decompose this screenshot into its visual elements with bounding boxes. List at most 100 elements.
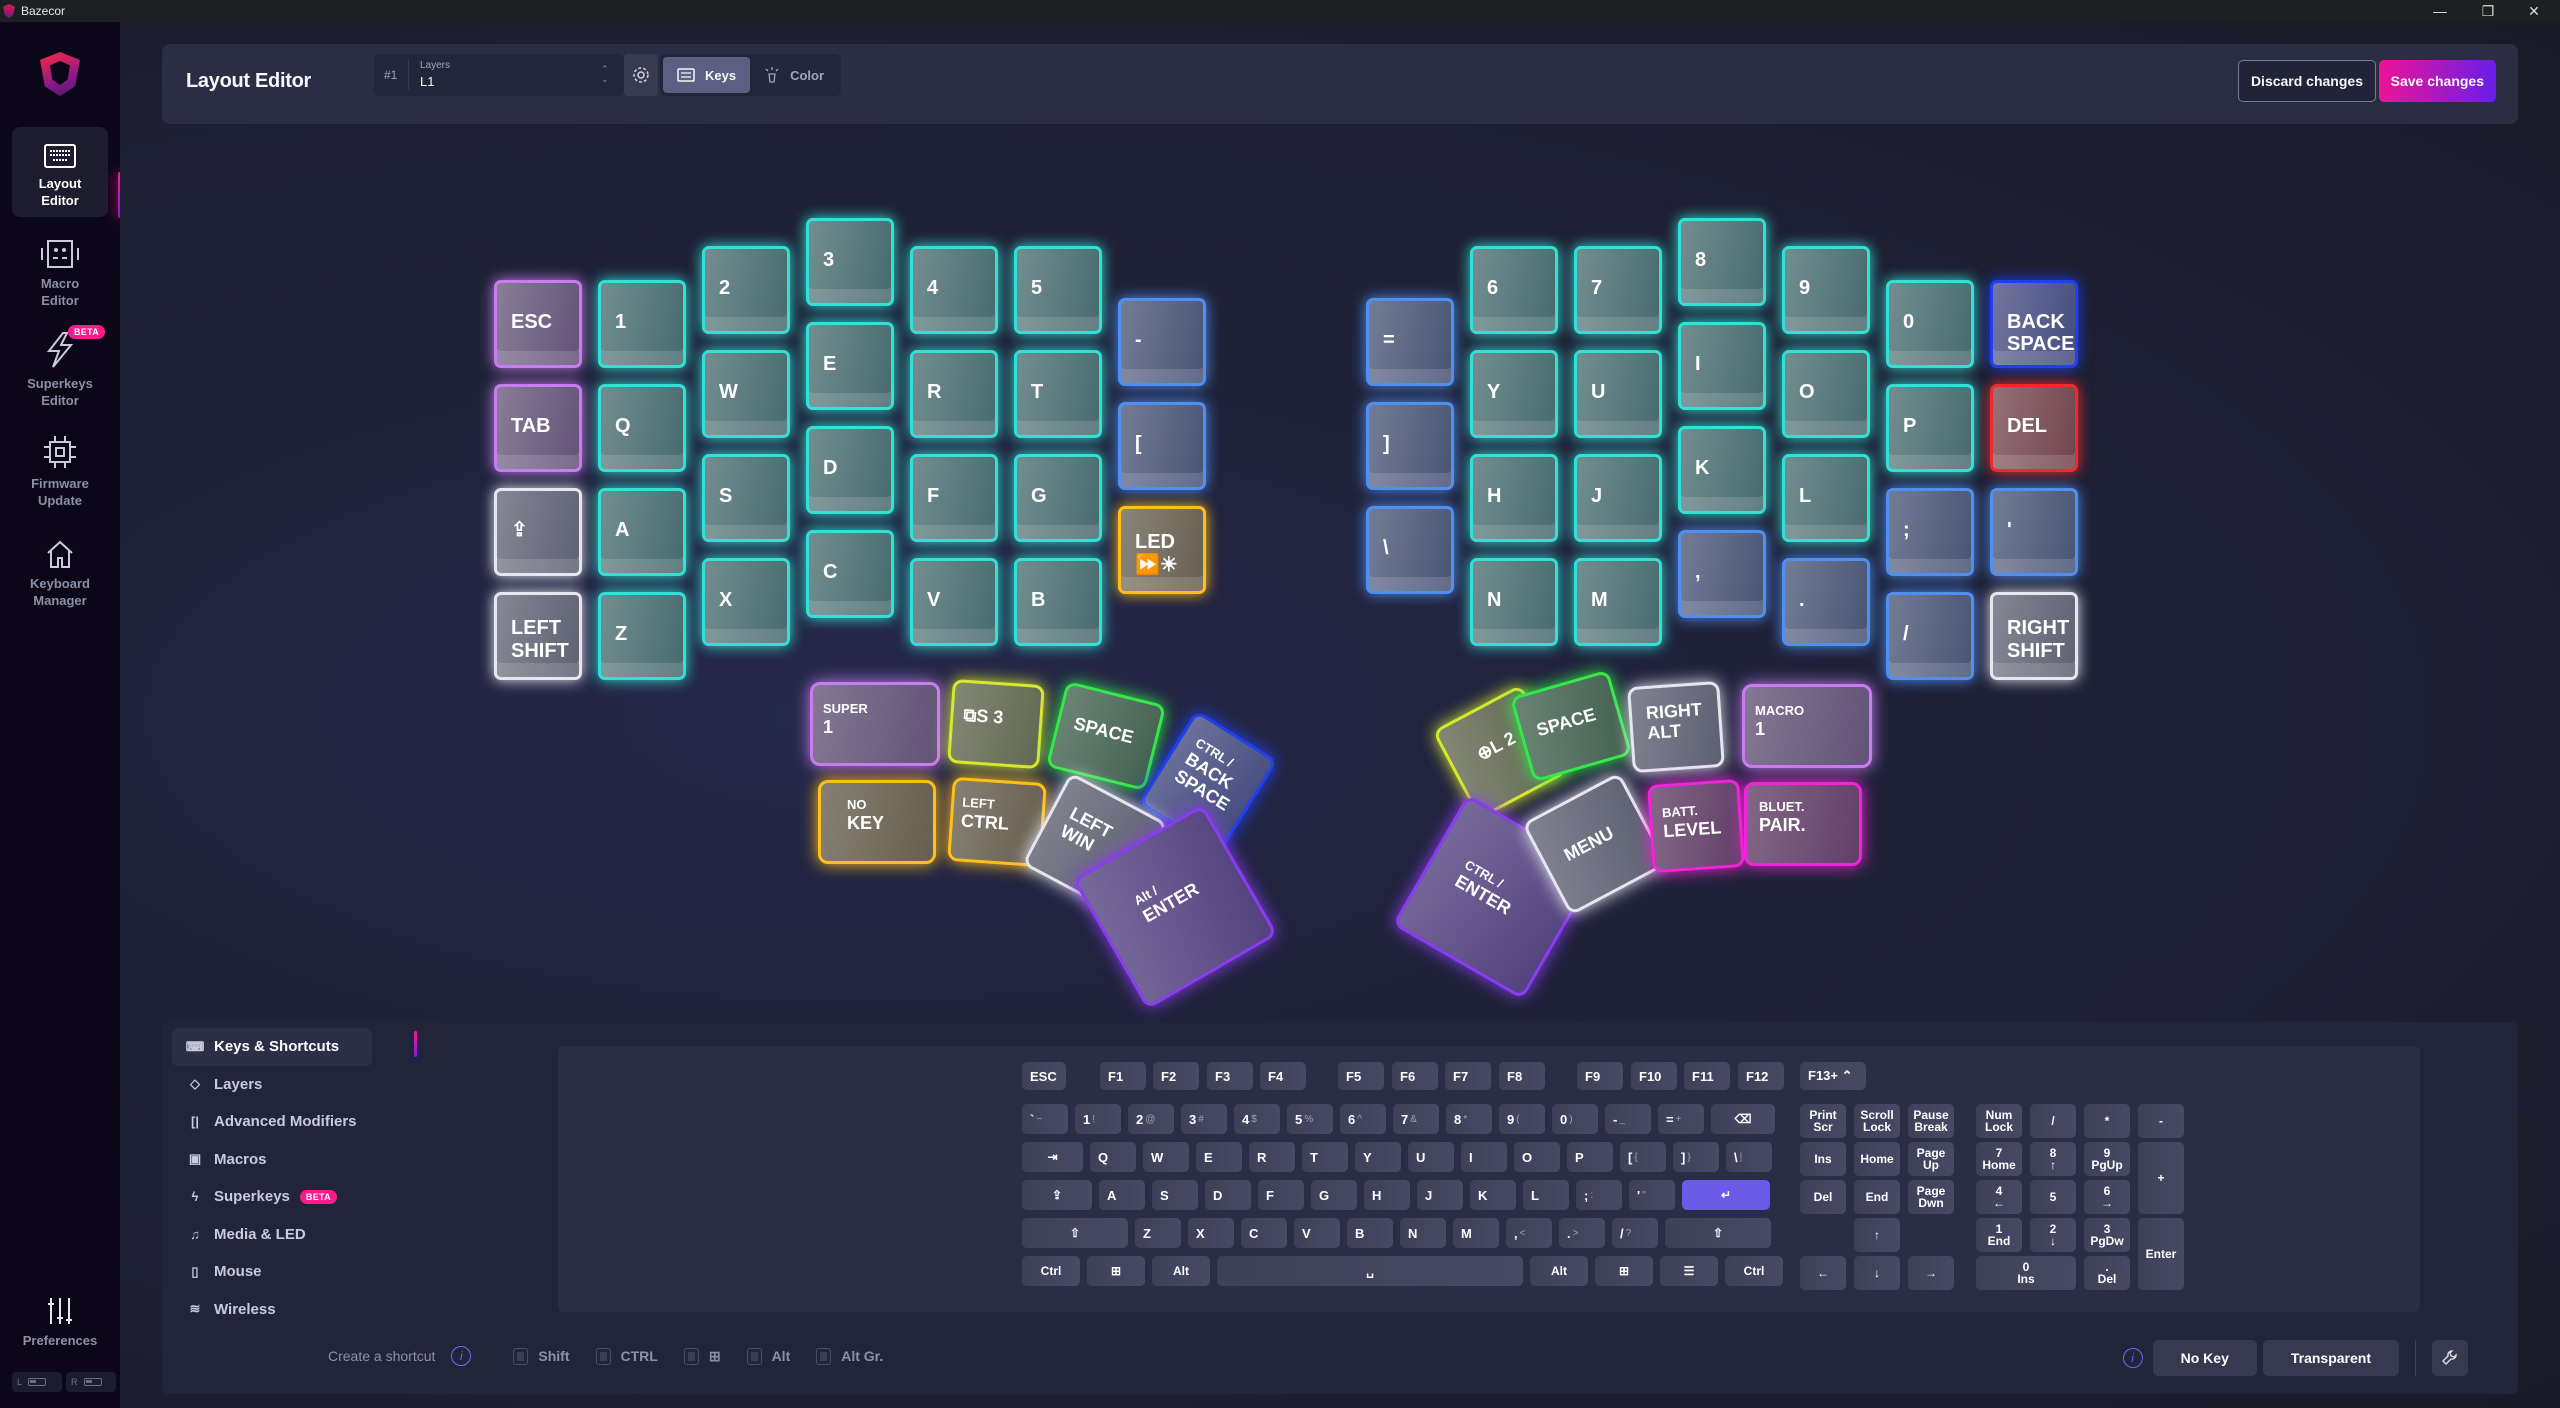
category-superkeys[interactable]: ϟ Superkeys BETA: [172, 1178, 372, 1216]
key-r[interactable]: R: [910, 350, 998, 438]
category-wireless[interactable]: ≋ Wireless: [172, 1291, 372, 1329]
vkey-r3-1[interactable]: A: [1099, 1180, 1145, 1210]
vkey-r2-5[interactable]: T: [1302, 1142, 1348, 1172]
vkey-r5-7[interactable]: Ctrl: [1725, 1256, 1783, 1286]
vkey-r1-0[interactable]: ` ~: [1022, 1104, 1068, 1134]
vkey-r5-5[interactable]: ⊞: [1595, 1256, 1653, 1286]
key-w[interactable]: W: [702, 350, 790, 438]
vkey-num-9[interactable]: 5: [2030, 1180, 2076, 1214]
key-v[interactable]: V: [910, 558, 998, 646]
vkey-r5-0[interactable]: Ctrl: [1022, 1256, 1080, 1286]
vkey-nav-7[interactable]: End: [1854, 1180, 1900, 1214]
vkey-r3-8[interactable]: K: [1470, 1180, 1516, 1210]
altgr-checkbox[interactable]: Alt Gr.: [816, 1347, 883, 1365]
alt-checkbox[interactable]: Alt: [746, 1347, 790, 1365]
info-icon[interactable]: i: [2122, 1348, 2143, 1368]
thumb-super-1[interactable]: SUPER 1: [810, 682, 940, 766]
close-button[interactable]: ✕: [2514, 0, 2554, 22]
shift-checkbox[interactable]: Shift: [513, 1347, 570, 1365]
vkey-f3[interactable]: F3: [1207, 1062, 1253, 1090]
vkey-nav-9[interactable]: ↑: [1854, 1218, 1900, 1252]
vkey-r5-4[interactable]: Alt: [1530, 1256, 1588, 1286]
thumb-bluetooth-pair[interactable]: BLUET. PAIR.: [1744, 782, 1862, 866]
vkey-r2-6[interactable]: Y: [1355, 1142, 1401, 1172]
vkey-num-7[interactable]: +: [2138, 1142, 2184, 1214]
vkey-r3-11[interactable]: ' ": [1629, 1180, 1675, 1210]
key-tab[interactable]: TAB: [494, 384, 582, 472]
key-r25[interactable]: /: [1886, 592, 1974, 680]
key-sym[interactable]: [: [1118, 402, 1206, 490]
vkey-num-5[interactable]: 8 ↑: [2030, 1142, 2076, 1176]
vkey-r4-6[interactable]: N: [1400, 1218, 1446, 1248]
vkey-r3-2[interactable]: S: [1152, 1180, 1198, 1210]
vkey-r1-7[interactable]: 7 &: [1393, 1104, 1439, 1134]
advanced-settings-button[interactable]: [2432, 1340, 2468, 1376]
vkey-r3-0[interactable]: ⇪: [1022, 1180, 1092, 1210]
key-r3[interactable]: 9: [1782, 246, 1870, 334]
vkey-r1-8[interactable]: 8 *: [1446, 1104, 1492, 1134]
mode-color-button[interactable]: Color: [750, 57, 838, 93]
key-4[interactable]: 4: [910, 246, 998, 334]
vkey-nav-2[interactable]: Pause Break: [1908, 1104, 1954, 1138]
thumb-no-key[interactable]: NO KEY: [818, 780, 936, 864]
vkey-f6[interactable]: F6: [1392, 1062, 1438, 1090]
key-b[interactable]: B: [1014, 558, 1102, 646]
chevron-updown-icon[interactable]: ⌃ ⌄: [601, 64, 609, 84]
sidebar-item-macro-editor[interactable]: Macro Editor: [12, 227, 108, 317]
key-e[interactable]: E: [806, 322, 894, 410]
mode-keys-button[interactable]: Keys: [663, 57, 751, 93]
preferences-button[interactable]: Preferences: [12, 1277, 108, 1357]
vkey-r2-4[interactable]: R: [1249, 1142, 1295, 1172]
vkey-num-10[interactable]: 6 →: [2084, 1180, 2130, 1214]
vkey-r2-11[interactable]: [{: [1620, 1142, 1666, 1172]
category-mouse[interactable]: ▯ Mouse: [172, 1253, 372, 1291]
layer-settings-button[interactable]: [624, 54, 658, 96]
vkey-num-16[interactable]: . Del: [2084, 1256, 2130, 1290]
key-f[interactable]: F: [910, 454, 998, 542]
vkey-r2-9[interactable]: O: [1514, 1142, 1560, 1172]
vkey-r4-7[interactable]: M: [1453, 1218, 1499, 1248]
vkey-nav-11[interactable]: ↓: [1854, 1256, 1900, 1290]
vkey-num-0[interactable]: Num Lock: [1976, 1104, 2022, 1138]
discard-changes-button[interactable]: Discard changes: [2237, 60, 2376, 102]
key-r2[interactable]: 8: [1678, 218, 1766, 306]
key-1[interactable]: 1: [598, 280, 686, 368]
category-layers[interactable]: ◇ Layers: [172, 1066, 372, 1104]
key-r24[interactable]: .: [1782, 558, 1870, 646]
vkey-num-6[interactable]: 9 PgUp: [2084, 1142, 2130, 1176]
vkey-nav-12[interactable]: →: [1908, 1256, 1954, 1290]
key-z[interactable]: Z: [598, 592, 686, 680]
vkey-f1[interactable]: F1: [1100, 1062, 1146, 1090]
vkey-f12[interactable]: F12: [1738, 1062, 1784, 1090]
vkey-r1-12[interactable]: = +: [1658, 1104, 1704, 1134]
vkey-r4-8[interactable]: , <: [1506, 1218, 1552, 1248]
vkey-f9[interactable]: F9: [1577, 1062, 1623, 1090]
key-r9[interactable]: I: [1678, 322, 1766, 410]
sidebar-item-keyboard-manager[interactable]: Keyboard Manager: [12, 527, 108, 617]
vkey-r2-2[interactable]: W: [1143, 1142, 1189, 1172]
vkey-num-13[interactable]: 3 PgDw: [2084, 1218, 2130, 1252]
vkey-nav-5[interactable]: Page Up: [1908, 1142, 1954, 1176]
key-r14[interactable]: H: [1470, 454, 1558, 542]
vkey-r1-5[interactable]: 5%: [1287, 1104, 1333, 1134]
vkey-num-11[interactable]: 1 End: [1976, 1218, 2022, 1252]
vkey-num-12[interactable]: 2 ↓: [2030, 1218, 2076, 1252]
transparent-button[interactable]: Transparent: [2262, 1340, 2399, 1376]
vkey-nav-4[interactable]: Home: [1854, 1142, 1900, 1176]
vkey-r1-11[interactable]: - _: [1605, 1104, 1651, 1134]
vkey-r3-6[interactable]: H: [1364, 1180, 1410, 1210]
key-c[interactable]: C: [806, 530, 894, 618]
key-t[interactable]: T: [1014, 350, 1102, 438]
key-r1[interactable]: 7: [1574, 246, 1662, 334]
vkey-r2-1[interactable]: Q: [1090, 1142, 1136, 1172]
key-r16[interactable]: K: [1678, 426, 1766, 514]
vkey-r4-1[interactable]: Z: [1135, 1218, 1181, 1248]
minimize-button[interactable]: —: [2420, 0, 2460, 22]
no-key-button[interactable]: No Key: [2152, 1340, 2257, 1376]
thumb-macro-1[interactable]: MACRO 1: [1742, 684, 1872, 768]
key-q[interactable]: Q: [598, 384, 686, 472]
sidebar-item-superkeys-editor[interactable]: Superkeys Editor: [12, 327, 108, 417]
f13-selector[interactable]: F13+ ⌃: [1800, 1062, 1866, 1090]
key-a[interactable]: A: [598, 488, 686, 576]
vkey-r2-12[interactable]: ]}: [1673, 1142, 1719, 1172]
